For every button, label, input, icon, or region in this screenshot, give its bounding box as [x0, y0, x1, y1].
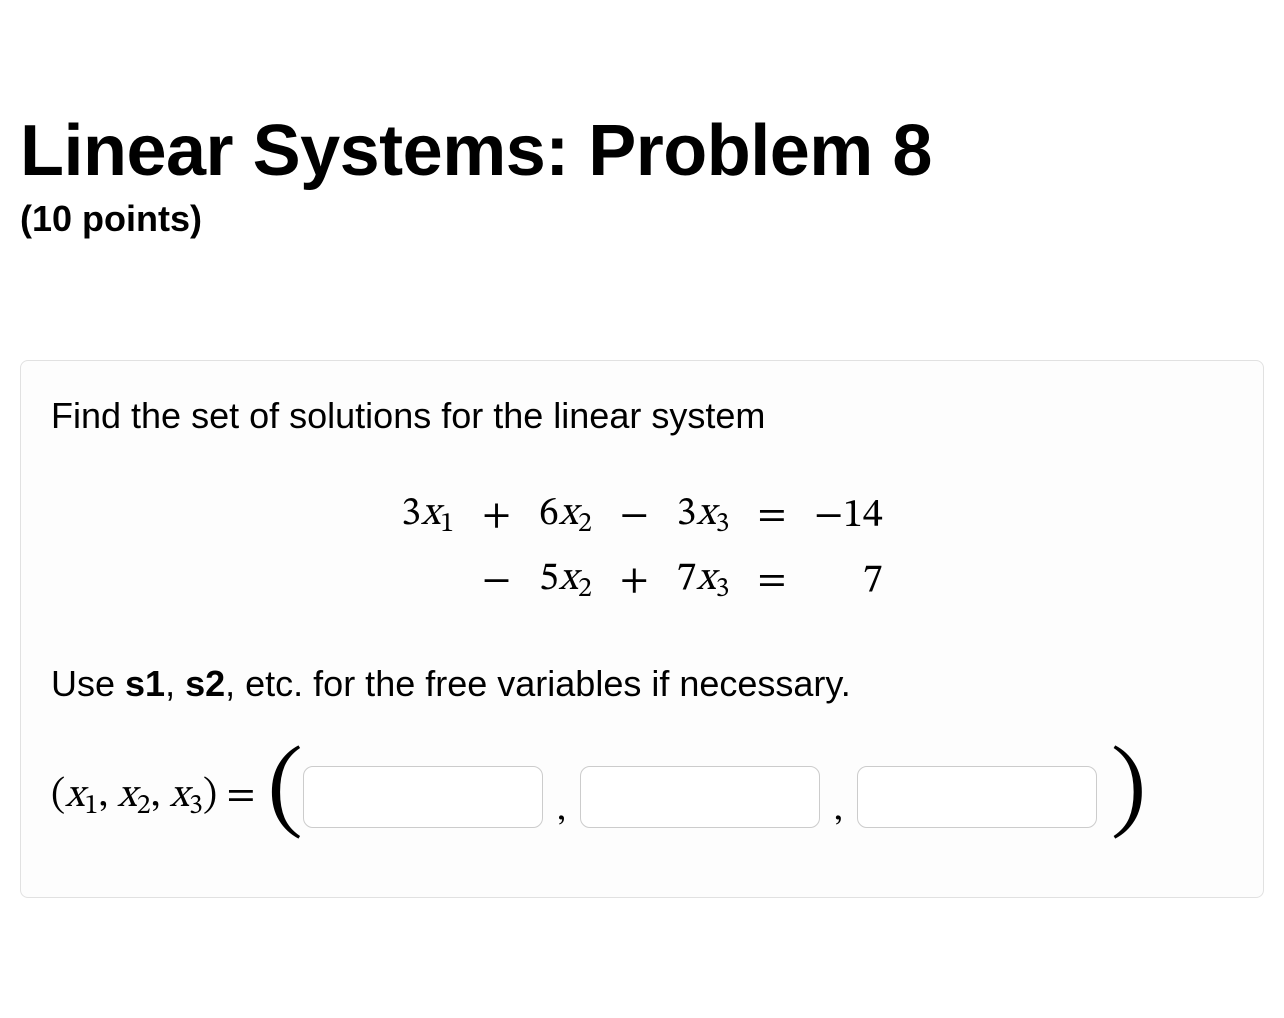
x3-input[interactable] [857, 766, 1097, 828]
lhs-comma1: , [98, 776, 117, 816]
eq2-equals: = [743, 548, 800, 613]
lhs-var1: x [65, 776, 84, 816]
lhs-equals: = [217, 776, 255, 816]
prompt-text: Find the set of solutions for the linear… [51, 395, 1233, 437]
equation-system: 3x1 + 6x2 − 3x3 = −14 − 5x2 + 7x3 = 7 [387, 483, 896, 613]
equation-table: 3x1 + 6x2 − 3x3 = −14 − 5x2 + 7x3 = 7 [387, 483, 896, 613]
answer-row: (x1, x2, x3) = ( , , ) [51, 747, 1233, 847]
lhs-comma2: , [151, 776, 170, 816]
lhs-sub1: 1 [84, 792, 98, 820]
hint-s2: s2 [185, 663, 225, 704]
lhs-paren-open: ( [51, 776, 65, 816]
x2-input[interactable] [580, 766, 820, 828]
equation-row-2: − 5x2 + 7x3 = 7 [387, 548, 896, 613]
hint-s1: s1 [125, 663, 165, 704]
big-paren-close: ) [1111, 743, 1147, 843]
eq2-sub2: 2 [578, 575, 592, 603]
page: Linear Systems: Problem 8 (10 points) Fi… [0, 0, 1284, 898]
eq1-term2: 6x2 [525, 483, 606, 548]
eq1-rhs: −14 [800, 483, 896, 548]
eq2-op1: − [468, 548, 525, 613]
hint-sep: , [165, 663, 185, 704]
eq2-coef2: 5 [539, 559, 559, 599]
eq2-coef3: 7 [677, 559, 697, 599]
big-paren-open: ( [267, 743, 303, 843]
lhs-var2: x [118, 776, 137, 816]
eq2-term3: 7x3 [663, 548, 744, 613]
answer-comma-1: , [557, 789, 566, 834]
answer-lhs: (x1, x2, x3) = [51, 771, 255, 824]
eq1-op2: − [606, 483, 663, 548]
hint-prefix: Use [51, 663, 125, 704]
eq1-term1: 3x1 [387, 483, 468, 548]
eq2-var3: x [696, 559, 715, 599]
eq2-op2: + [606, 548, 663, 613]
lhs-var3: x [170, 776, 189, 816]
page-title: Linear Systems: Problem 8 [20, 110, 1264, 192]
points-label: (10 points) [20, 198, 1264, 240]
lhs-paren-close: ) [203, 776, 217, 816]
problem-container: Find the set of solutions for the linear… [20, 360, 1264, 898]
eq1-coef3: 3 [677, 494, 697, 534]
equation-row-1: 3x1 + 6x2 − 3x3 = −14 [387, 483, 896, 548]
hint-text: Use s1, s2, etc. for the free variables … [51, 663, 1233, 705]
x1-input[interactable] [303, 766, 543, 828]
answer-comma-2: , [834, 789, 843, 834]
eq1-sub3: 3 [716, 510, 730, 538]
eq1-var1: x [421, 494, 440, 534]
eq2-term2: 5x2 [525, 548, 606, 613]
eq2-sub3: 3 [716, 575, 730, 603]
eq1-coef1: 3 [401, 494, 421, 534]
eq1-sub2: 2 [578, 510, 592, 538]
eq1-sub1: 1 [440, 510, 454, 538]
eq2-var2: x [559, 559, 578, 599]
eq1-coef2: 6 [539, 494, 559, 534]
eq1-var3: x [696, 494, 715, 534]
lhs-sub3: 3 [189, 792, 203, 820]
eq2-term1 [387, 548, 468, 613]
hint-suffix: , etc. for the free variables if necessa… [225, 663, 851, 704]
lhs-sub2: 2 [137, 792, 151, 820]
eq1-equals: = [743, 483, 800, 548]
eq1-var2: x [559, 494, 578, 534]
eq1-term3: 3x3 [663, 483, 744, 548]
eq1-op1: + [468, 483, 525, 548]
eq2-rhs: 7 [800, 548, 896, 613]
